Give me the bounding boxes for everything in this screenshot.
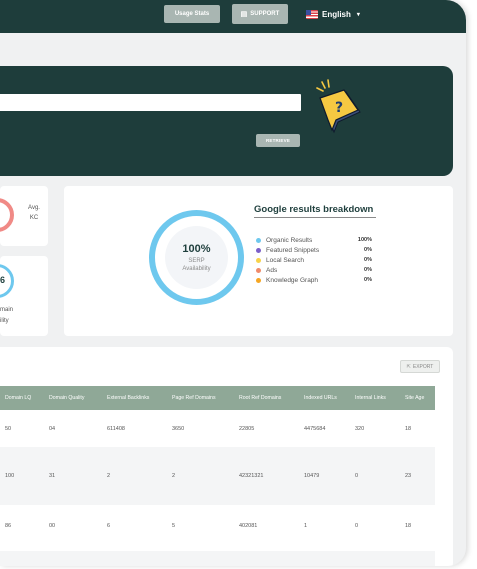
google-breakdown-card: 100% SERP Availability Google results br… [64, 186, 453, 336]
domain-gauge-value: 6 [0, 275, 6, 285]
avg-kc-card: Avg. KC [0, 186, 48, 246]
column-header[interactable]: Page Ref Domains [172, 395, 216, 401]
top-bar: Usage Stats ▤ SUPPORT English ▾ [0, 0, 466, 33]
us-flag-icon [306, 9, 318, 19]
legend-label: Ads [266, 266, 278, 274]
support-button[interactable]: ▤ SUPPORT [232, 4, 288, 24]
table-cell: 0 [355, 473, 359, 479]
column-header[interactable]: External Backlinks [107, 395, 149, 401]
legend-dot [256, 247, 261, 253]
legend-item: Knowledge Graph 0% [256, 275, 372, 285]
legend-item: Ads 0% [256, 265, 372, 275]
legend-label: Local Search [266, 256, 304, 264]
export-button[interactable]: ⇱ EXPORT [400, 360, 440, 373]
title-underline [254, 217, 376, 218]
device-frame: Usage Stats ▤ SUPPORT English ▾ RETRIEVE… [0, 0, 477, 569]
legend-dot [256, 237, 261, 243]
language-label: English [322, 9, 351, 19]
table-cell: 1 [304, 523, 308, 529]
keyword-input[interactable] [0, 94, 301, 111]
column-header[interactable]: Domain LQ [5, 395, 31, 401]
export-icon: ⇱ [406, 363, 411, 370]
table-row[interactable]: 86 00 6 5 402081 1 0 18 [0, 505, 435, 551]
legend-value: 0% [364, 247, 372, 253]
table-cell: 4475684 [304, 426, 326, 432]
app-screen: Usage Stats ▤ SUPPORT English ▾ RETRIEVE… [0, 0, 466, 566]
breakdown-title: Google results breakdown [254, 204, 374, 215]
table-cell: 6 [107, 523, 111, 529]
serp-label: SERP [188, 258, 205, 264]
table-cell: 18 [405, 523, 412, 529]
column-header[interactable]: Domain Quality [49, 395, 84, 401]
breakdown-legend: Organic Results 100% Featured Snippets 0… [256, 235, 372, 285]
table-cell: 86 [5, 523, 12, 529]
retrieve-button[interactable]: RETRIEVE [256, 134, 300, 147]
table-cell: 0 [355, 523, 359, 529]
legend-label: Featured Snippets [266, 246, 320, 254]
table-cell: 402081 [239, 523, 258, 529]
table-cell: 100 [5, 473, 15, 479]
table-row[interactable]: 100 31 2 2 42321321 10479 0 23 [0, 447, 435, 505]
support-icon: ▤ [240, 11, 248, 18]
column-header[interactable]: Indexed URLs [304, 395, 337, 401]
legend-item: Organic Results 100% [256, 235, 372, 245]
domain-authority-card: 6 main ility [0, 256, 48, 336]
table-cell: 3650 [172, 426, 185, 432]
table-cell: 23 [405, 473, 412, 479]
table-cell: 22805 [239, 426, 255, 432]
table-cell: 42321321 [239, 473, 264, 479]
results-table-card: ⇱ EXPORT Domain LQ Domain Quality Extern… [0, 347, 453, 566]
table-header: Domain LQ Domain Quality External Backli… [0, 386, 435, 410]
legend-item: Local Search 0% [256, 255, 372, 265]
serp-percent: 100% [182, 243, 211, 255]
legend-dot [256, 267, 261, 273]
table-cell: 50 [5, 426, 12, 432]
support-label: SUPPORT [250, 11, 280, 17]
table-row[interactable]: 50 04 611408 3650 22805 4475684 320 18 [0, 413, 435, 447]
table-cell: 18 [405, 426, 412, 432]
legend-item: Featured Snippets 0% [256, 245, 372, 255]
table-cell: 2 [172, 473, 176, 479]
avg-kc-gauge [0, 198, 14, 232]
legend-value: 100% [357, 237, 372, 243]
column-header[interactable]: Site Age [405, 395, 424, 401]
serp-availability-gauge: 100% SERP Availability [149, 210, 244, 305]
chevron-down-icon: ▾ [356, 11, 360, 18]
table-cell: 31 [49, 473, 56, 479]
table-cell: 10479 [304, 473, 320, 479]
legend-label: Knowledge Graph [266, 276, 319, 284]
svg-text:?: ? [335, 100, 343, 116]
avg-kc-label: Avg. KC [22, 203, 46, 223]
table-cell: 04 [49, 426, 56, 432]
domain-label-line2: ility [0, 318, 9, 324]
availability-label: Availability [182, 266, 211, 272]
serp-gauge-center: 100% SERP Availability [165, 226, 228, 289]
column-header[interactable]: Internal Links [355, 395, 386, 401]
table-cell: 611408 [107, 426, 125, 432]
legend-value: 0% [364, 267, 372, 273]
question-bubble-icon: ? [316, 79, 361, 134]
search-hero: RETRIEVE ? [0, 66, 453, 176]
language-selector[interactable]: English ▾ [306, 7, 360, 21]
table-cell: 320 [355, 426, 365, 432]
table-cell: 5 [172, 523, 176, 529]
legend-value: 0% [364, 257, 372, 263]
avg-kc-label-line1: Avg. [28, 205, 40, 211]
legend-value: 0% [364, 277, 372, 283]
export-label: EXPORT [412, 363, 434, 370]
usage-stats-button[interactable]: Usage Stats [164, 5, 220, 23]
legend-label: Organic Results [266, 236, 313, 244]
table-cell: 2 [107, 473, 111, 479]
table-row[interactable] [0, 551, 435, 566]
domain-label-line1: main [0, 307, 14, 313]
legend-dot [256, 277, 261, 283]
avg-kc-label-line2: KC [29, 215, 39, 221]
column-header[interactable]: Root Ref Domains [239, 395, 281, 401]
table-cell: 00 [49, 523, 56, 529]
legend-dot [256, 257, 261, 263]
